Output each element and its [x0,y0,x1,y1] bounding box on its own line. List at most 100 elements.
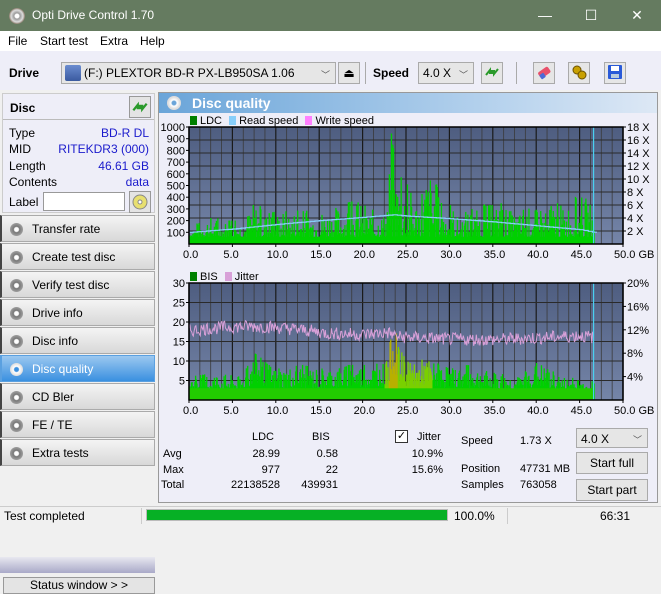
drive-select[interactable]: (F:) PLEXTOR BD-R PX-LB950SA 1.06 ﹀ [61,62,336,84]
settings-button[interactable] [568,62,590,84]
disc-quality-icon [167,96,181,110]
y-right-tick-label: 6 X [627,200,644,212]
maximize-button[interactable]: ☐ [568,0,614,31]
x-tick-label: 45.0 [571,249,592,261]
x-tick-label: 40.0 [527,249,548,261]
toolbar-separator [365,62,366,84]
drive-label: Drive [9,66,40,80]
total-ldc: 22138528 [231,479,280,491]
disc-mid-row: MID RITEKDR3 (000) [9,142,149,158]
jitter-checkbox[interactable]: ✓ [395,430,408,443]
y-left-tick-label: 5 [179,376,185,388]
disc-icon [132,194,148,210]
eject-button[interactable]: ⏏ [338,62,360,84]
nav-item-label: Transfer rate [32,222,101,236]
disc-length-key: Length [9,159,46,173]
close-button[interactable]: ✕ [614,0,660,31]
nav-item-cd-bler[interactable]: CD Bler [0,383,155,410]
speed-stat-label: Speed [461,435,493,447]
eraser-icon [538,66,551,80]
progress-text: 100.0% [454,509,495,523]
disc-icon [10,391,23,404]
x-tick-label: 50.0 GB [614,249,654,261]
x-tick-label: 40.0 [527,405,548,417]
nav-item-label: CD Bler [32,390,75,404]
chevron-down-icon: ﹀ [320,70,330,80]
x-tick-label: 25.0 [397,405,418,417]
disc-refresh-button[interactable] [129,96,151,118]
speed-stat-value: 1.73 X [520,435,552,447]
x-tick-label: 15.0 [310,249,331,261]
minimize-button[interactable]: — [522,0,568,31]
samples-value: 763058 [520,479,557,491]
sidebar: Disc Type BD-R DL MID RITEKDR3 (000) Lengt… [0,91,157,594]
disc-icon [10,279,23,292]
progress-bar [146,509,448,521]
menu-file[interactable]: File [8,34,27,48]
toolbar-separator [516,62,517,84]
y-left-tick-label: 25 [173,298,185,310]
x-tick-label: 30.0 [440,249,461,261]
disc-type-key: Type [9,126,36,140]
y-right-tick-label: 18 X [627,122,650,134]
nav-item-verify-test-disc[interactable]: Verify test disc [0,271,155,298]
erase-button[interactable] [533,62,555,84]
ldc-bar [390,133,393,244]
label-disc-button[interactable] [129,191,151,213]
bis-chart: 0.0 5.0 10.0 15.0 20.0 25.0 30.0 35.0 40.0 45.0 50… [173,278,655,417]
nav-item-extra-tests[interactable]: Extra tests [0,439,155,466]
nav-item-transfer-rate[interactable]: Transfer rate [0,215,155,242]
elapsed-time: 66:31 [599,509,630,523]
disc-length-value: 46.61 GB [98,159,149,173]
menu-start-test[interactable]: Start test [40,34,88,48]
nav-filler [0,557,155,573]
max-ldc: 977 [261,464,280,476]
speed-value: 4.0 X [423,66,452,80]
refresh-button[interactable] [481,62,503,84]
col-bis-header: BIS [312,431,330,443]
start-part-button[interactable]: Start part [576,479,648,501]
y-right-tick-label: 12% [627,325,649,337]
disc-contents-value: data [125,175,149,189]
position-value: 47731 MB [520,463,571,475]
eject-icon: ⏏ [343,66,355,80]
y-left-tick-label: 200 [167,216,185,228]
menu-help[interactable]: Help [140,34,165,48]
total-bis: 439931 [301,479,338,491]
divider [507,508,508,524]
y-left-tick-label: 600 [167,169,185,181]
x-tick-label: 10.0 [267,405,288,417]
nav-item-disc-quality[interactable]: Disc quality [0,355,155,382]
disc-icon [10,223,23,236]
x-tick-label: 50.0 GB [614,405,654,417]
test-speed-select[interactable]: 4.0 X ﹀ [576,428,648,448]
disc-panel: Disc Type BD-R DL MID RITEKDR3 (000) Lengt… [2,93,155,213]
speed-select[interactable]: 4.0 X ﹀ [418,62,474,84]
disc-mid-key: MID [9,142,31,156]
nav-item-label: FE / TE [32,418,73,432]
disc-icon [10,307,23,320]
nav-item-fe-te[interactable]: FE / TE [0,411,155,438]
nav-item-create-test-disc[interactable]: Create test disc [0,243,155,270]
menu-extra[interactable]: Extra [100,34,128,48]
progress-fill [147,510,447,520]
status-window-button[interactable]: Status window > > [3,577,155,594]
y-left-tick-label: 500 [167,181,185,193]
divider [141,508,142,524]
label-input[interactable] [43,192,125,211]
disc-header: Disc [10,101,36,115]
chevron-down-icon: ﹀ [458,70,468,80]
y-left-tick-label: 700 [167,157,185,169]
nav-item-disc-info[interactable]: Disc info [0,327,155,354]
start-full-button[interactable]: Start full [576,452,648,474]
panel-title: Disc quality [192,95,271,111]
x-tick-label: 5.0 [223,249,238,261]
x-tick-label: 35.0 [484,249,505,261]
nav-item-drive-info[interactable]: Drive info [0,299,155,326]
max-label: Max [163,464,184,476]
nav-item-label: Disc info [32,334,79,348]
y-left-tick-label: 15 [173,337,185,349]
y-right-tick-label: 14 X [627,148,650,160]
x-tick-label: 10.0 [267,249,288,261]
save-button[interactable] [604,62,626,84]
